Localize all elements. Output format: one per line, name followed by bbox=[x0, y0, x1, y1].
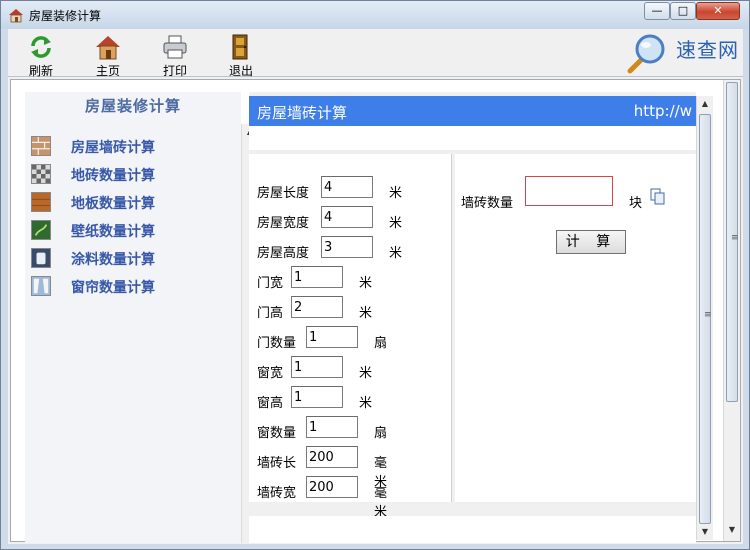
window-count-label: 窗数量 bbox=[257, 426, 297, 441]
door-count-input[interactable] bbox=[306, 326, 358, 348]
main-scrollbar[interactable]: ▲ ≡ ▼ bbox=[696, 96, 713, 540]
wall-brick-icon bbox=[31, 136, 51, 156]
logo-text: 速查网 bbox=[676, 38, 739, 62]
sidebar-item-label: 涂料数量计算 bbox=[71, 252, 155, 268]
grip-icon: ≡ bbox=[731, 233, 739, 243]
home-button[interactable]: 主页 bbox=[83, 33, 133, 78]
wallpaper-icon bbox=[31, 220, 51, 240]
window-width-unit: 米 bbox=[359, 366, 373, 381]
scroll-down-arrow-icon[interactable]: ▼ bbox=[724, 522, 740, 538]
door-width-unit: 米 bbox=[359, 276, 373, 291]
house-app-icon bbox=[9, 9, 23, 23]
wood-floor-icon bbox=[31, 192, 51, 212]
copy-icon[interactable] bbox=[649, 188, 667, 206]
tile-width-label: 墙砖宽 bbox=[257, 486, 297, 501]
outer-scroll-thumb[interactable]: ≡ bbox=[726, 82, 739, 402]
window-title: 房屋装修计算 bbox=[29, 9, 102, 23]
panel-title: 房屋墙砖计算 bbox=[257, 104, 348, 122]
door-height-unit: 米 bbox=[359, 306, 373, 321]
window-height-unit: 米 bbox=[359, 396, 373, 411]
refresh-button[interactable]: 刷新 bbox=[16, 33, 66, 78]
minimize-button[interactable]: — bbox=[644, 2, 670, 20]
content-area: 房屋装修计算 房屋墙砖计算 地砖数量计算 地板数量计算 壁纸数量计算 涂料数量计… bbox=[8, 77, 743, 544]
site-logo: 速查网 bbox=[620, 29, 744, 77]
height-input[interactable] bbox=[321, 236, 373, 258]
height-label: 房屋高度 bbox=[257, 246, 310, 261]
sidebar-item-paint[interactable]: 涂料数量计算 bbox=[31, 246, 231, 270]
sidebar-item-wallpaper[interactable]: 壁纸数量计算 bbox=[31, 218, 231, 242]
sidebar-item-label: 地砖数量计算 bbox=[71, 168, 155, 184]
window-width-input[interactable] bbox=[291, 356, 343, 378]
window-count-input[interactable] bbox=[306, 416, 358, 438]
title-bar[interactable]: 房屋装修计算 — □ ✕ bbox=[1, 1, 749, 29]
tile-length-label: 墙砖长 bbox=[257, 456, 297, 471]
panel-url[interactable]: http://w bbox=[634, 102, 692, 120]
print-button[interactable]: 打印 bbox=[150, 33, 200, 78]
app-window: 房屋装修计算 — □ ✕ 刷新 主页 打印 退出 速查网 房屋装修计算 房屋墙砖… bbox=[0, 0, 750, 550]
refresh-icon bbox=[31, 36, 51, 58]
result-label: 墙砖数量 bbox=[461, 196, 514, 211]
window-width-label: 窗宽 bbox=[257, 366, 284, 381]
content-frame: 房屋装修计算 房屋墙砖计算 地砖数量计算 地板数量计算 壁纸数量计算 涂料数量计… bbox=[10, 79, 741, 543]
maximize-button[interactable]: □ bbox=[670, 2, 696, 20]
result-panel: 墙砖数量 块 计 算 bbox=[455, 154, 696, 502]
home-icon bbox=[96, 36, 120, 60]
sidebar-item-label: 房屋墙砖计算 bbox=[71, 140, 155, 156]
sidebar-title: 房屋装修计算 bbox=[84, 97, 181, 115]
printer-icon bbox=[163, 35, 187, 59]
sidebar: 房屋装修计算 房屋墙砖计算 地砖数量计算 地板数量计算 壁纸数量计算 涂料数量计… bbox=[25, 92, 258, 543]
scroll-down-arrow-icon[interactable]: ▼ bbox=[697, 524, 713, 540]
window-count-unit: 扇 bbox=[374, 426, 388, 441]
magnifier-logo-icon bbox=[627, 34, 665, 74]
main-panel: 房屋墙砖计算 http://w 房屋长度 米 房屋宽度 米 bbox=[249, 92, 696, 543]
footer-strip bbox=[249, 516, 696, 543]
door-count-unit: 扇 bbox=[374, 336, 388, 351]
scroll-up-arrow-icon[interactable]: ▲ bbox=[697, 96, 713, 112]
height-unit: 米 bbox=[389, 246, 403, 261]
door-width-label: 门宽 bbox=[257, 276, 284, 291]
outer-scrollbar[interactable]: ≡ ▼ bbox=[723, 80, 740, 541]
door-height-input[interactable] bbox=[291, 296, 343, 318]
sidebar-item-wood-floor[interactable]: 地板数量计算 bbox=[31, 190, 231, 214]
sidebar-item-label: 窗帘数量计算 bbox=[71, 280, 155, 296]
window-height-label: 窗高 bbox=[257, 396, 284, 411]
width-label: 房屋宽度 bbox=[257, 216, 310, 231]
calculate-button[interactable]: 计 算 bbox=[556, 230, 626, 254]
width-input[interactable] bbox=[321, 206, 373, 228]
door-height-label: 门高 bbox=[257, 306, 284, 321]
paint-icon bbox=[31, 248, 51, 268]
sidebar-item-wall-brick[interactable]: 房屋墙砖计算 bbox=[31, 134, 231, 158]
sidebar-item-label: 壁纸数量计算 bbox=[71, 224, 155, 240]
tile-width-input[interactable] bbox=[306, 476, 358, 498]
length-label: 房屋长度 bbox=[257, 186, 310, 201]
panel-header: 房屋墙砖计算 http://w bbox=[249, 96, 696, 126]
sidebar-item-floor-tile[interactable]: 地砖数量计算 bbox=[31, 162, 231, 186]
sidebar-item-label: 地板数量计算 bbox=[71, 196, 155, 212]
curtain-icon bbox=[31, 276, 51, 296]
width-unit: 米 bbox=[389, 216, 403, 231]
close-button[interactable]: ✕ bbox=[696, 2, 740, 20]
tile-width-unit: 毫米 bbox=[374, 486, 388, 520]
grip-icon: ≡ bbox=[704, 310, 712, 320]
main-scroll-thumb[interactable]: ≡ bbox=[699, 114, 712, 524]
result-unit: 块 bbox=[629, 196, 643, 211]
window-height-input[interactable] bbox=[291, 386, 343, 408]
exit-button[interactable]: 退出 bbox=[216, 33, 266, 78]
exit-door-icon bbox=[232, 34, 248, 60]
door-width-input[interactable] bbox=[291, 266, 343, 288]
tile-length-input[interactable] bbox=[306, 446, 358, 468]
input-form: 房屋长度 米 房屋宽度 米 房屋高度 米 门宽 bbox=[249, 154, 452, 520]
length-input[interactable] bbox=[321, 176, 373, 198]
door-count-label: 门数量 bbox=[257, 336, 297, 351]
floor-tile-icon bbox=[31, 164, 51, 184]
sidebar-item-curtain[interactable]: 窗帘数量计算 bbox=[31, 274, 231, 298]
toolbar: 刷新 主页 打印 退出 速查网 bbox=[8, 29, 744, 78]
result-output[interactable] bbox=[525, 176, 613, 206]
length-unit: 米 bbox=[389, 186, 403, 201]
header-spacer bbox=[249, 126, 696, 150]
